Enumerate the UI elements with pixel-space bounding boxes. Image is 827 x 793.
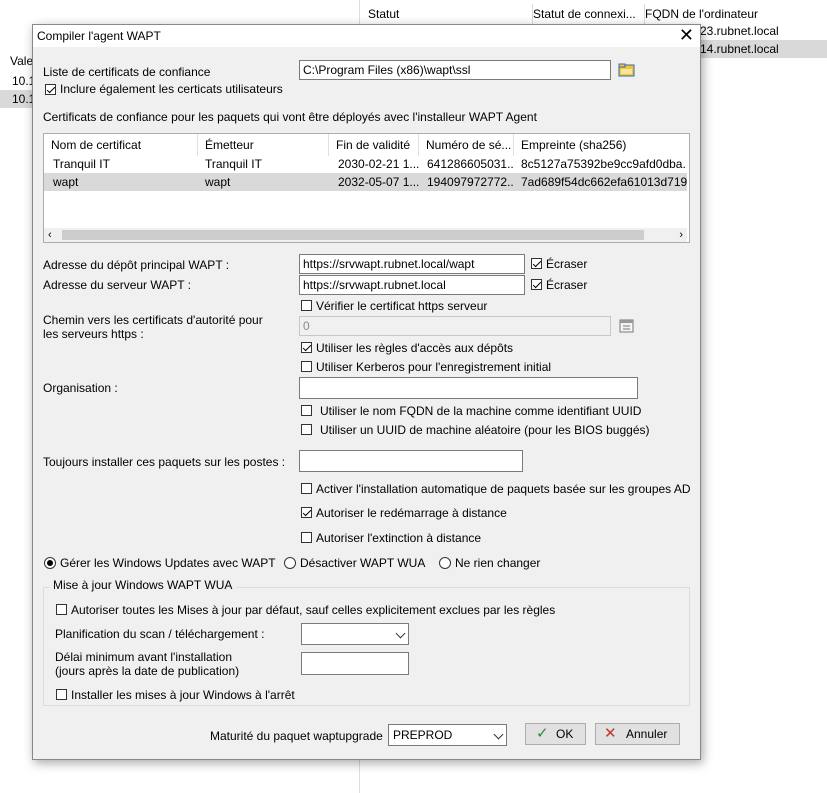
min-delay-label-line1: Délai minimum avant l'installation (55, 650, 233, 664)
ca-path-label-line2: les serveurs https : (43, 327, 144, 341)
min-delay-input[interactable] (301, 652, 409, 675)
chevron-down-icon (395, 628, 406, 639)
fingerprint-cell: 7ad689f54dc662efa61013d719... (521, 175, 687, 189)
certificates-table: Nom de certificat Émetteur Fin de validi… (43, 133, 690, 243)
ad-groups-checkbox[interactable] (301, 483, 312, 494)
min-delay-label-line2: (jours après la date de publication) (55, 664, 240, 678)
cert-name-cell: wapt (53, 175, 79, 189)
serial-cell: 641286605031... (427, 157, 514, 171)
allow-all-updates-checkbox[interactable] (56, 604, 67, 615)
fingerprint-cell: 8c5127a75392be9cc9afd0dba... (521, 157, 687, 171)
use-repo-rules-checkbox[interactable] (301, 342, 312, 353)
repo-address-label: Adresse du dépôt principal WAPT : (43, 258, 230, 272)
column-header-serial[interactable]: Numéro de sé... (419, 134, 514, 156)
random-uuid-label: Utiliser un UUID de machine aléatoire (p… (320, 423, 650, 437)
install-on-shutdown-label: Installer les mises à jour Windows à l'a… (71, 688, 295, 702)
organisation-input[interactable] (299, 377, 638, 399)
ca-path-input[interactable]: 0 (299, 316, 611, 336)
fqdn-uuid-checkbox[interactable] (301, 405, 312, 416)
server-address-label: Adresse du serveur WAPT : (43, 278, 192, 292)
scan-schedule-select[interactable] (301, 623, 409, 645)
ca-path-label-line1: Chemin vers les certificats d'autorité p… (43, 313, 263, 327)
use-kerberos-checkbox[interactable] (301, 361, 312, 372)
wu-no-change-label: Ne rien changer (455, 556, 541, 570)
remote-reboot-checkbox[interactable] (301, 507, 312, 518)
serial-cell: 194097972772... (427, 175, 514, 189)
allow-all-updates-label: Autoriser toutes les Mises à jour par dé… (71, 603, 556, 617)
install-on-shutdown-checkbox[interactable] (56, 689, 67, 700)
scroll-left-icon[interactable]: ‹ (48, 229, 52, 241)
validity-cell: 2032-05-07 1... (338, 175, 419, 189)
validity-cell: 2030-02-21 1... (338, 157, 419, 171)
scrollbar-thumb[interactable] (62, 230, 644, 240)
column-header-issuer[interactable]: Émetteur (198, 134, 329, 156)
remote-shutdown-label: Autoriser l'extinction à distance (316, 531, 482, 545)
horizontal-scrollbar[interactable]: ‹ › (44, 228, 687, 242)
server-overwrite-label: Écraser (546, 278, 588, 292)
maturity-value: PREPROD (393, 728, 453, 742)
wu-no-change-radio[interactable] (439, 557, 451, 569)
column-header-cert-name[interactable]: Nom de certificat (44, 134, 198, 156)
cert-name-cell: Tranquil IT (53, 157, 110, 171)
background-row-selected[interactable]: 14.rubnet.local (700, 40, 827, 58)
background-left-row[interactable]: 10.1 (0, 72, 35, 90)
wu-manage-label: Gérer les Windows Updates avec WAPT (60, 556, 276, 570)
cert-list-label: Liste de certificats de confiance (43, 65, 211, 79)
maturity-select[interactable]: PREPROD (388, 724, 507, 746)
column-header-fqdn[interactable]: FQDN de l'ordinateur (639, 4, 827, 24)
repo-address-input[interactable]: https://srvwapt.rubnet.local/wapt (299, 254, 525, 274)
ad-groups-label: Activer l'installation automatique de pa… (316, 482, 691, 496)
browse-file-icon[interactable] (618, 318, 636, 336)
include-user-certs-checkbox[interactable] (45, 84, 56, 95)
remote-reboot-label: Autoriser le redémarrage à distance (316, 506, 507, 520)
dialog-title: Compiler l'agent WAPT (37, 29, 161, 43)
title-bar: Compiler l'agent WAPT ✕ (33, 25, 700, 47)
organisation-label: Organisation : (43, 381, 118, 395)
ok-button[interactable]: ✓ OK (525, 723, 586, 745)
table-row-selected[interactable]: wapt wapt 2032-05-07 1... 194097972772..… (44, 173, 687, 191)
server-overwrite-checkbox[interactable] (531, 279, 542, 290)
include-user-certs-label: Inclure également les certicats utilisat… (60, 82, 283, 96)
fqdn-uuid-label: Utiliser le nom FQDN de la machine comme… (320, 404, 642, 418)
issuer-cell: wapt (205, 175, 231, 189)
column-header-status[interactable]: Statut (362, 4, 533, 24)
maturity-label: Maturité du paquet waptupgrade (210, 729, 383, 743)
compile-agent-dialog: Compiler l'agent WAPT ✕ Liste de certifi… (32, 24, 701, 760)
always-install-input[interactable] (299, 450, 523, 472)
repo-overwrite-checkbox[interactable] (531, 258, 542, 269)
cancel-button[interactable]: ✕ Annuler (595, 723, 680, 745)
use-kerberos-label: Utiliser Kerberos pour l'enregistrement … (316, 360, 552, 374)
wu-disable-label: Désactiver WAPT WUA (300, 556, 426, 570)
always-install-label: Toujours installer ces paquets sur les p… (43, 455, 286, 469)
cancel-button-label: Annuler (626, 727, 668, 741)
wu-disable-radio[interactable] (284, 557, 296, 569)
chevron-down-icon (493, 729, 504, 740)
issuer-cell: Tranquil IT (205, 157, 262, 171)
column-header-connection-status[interactable]: Statut de connexi... (527, 4, 645, 24)
repo-overwrite-label: Écraser (546, 257, 588, 271)
cross-icon: ✕ (604, 725, 617, 742)
wu-manage-radio[interactable] (44, 557, 56, 569)
column-header-validity[interactable]: Fin de validité (329, 134, 419, 156)
ok-button-label: OK (556, 727, 574, 741)
background-row[interactable]: 23.rubnet.local (700, 22, 827, 40)
server-address-input[interactable]: https://srvwapt.rubnet.local (299, 275, 525, 295)
background-left-header: Vale (0, 52, 33, 70)
trusted-certs-caption: Certificats de confiance pour les paquet… (43, 110, 537, 124)
folder-icon[interactable] (618, 61, 636, 79)
random-uuid-checkbox[interactable] (301, 424, 312, 435)
remote-shutdown-checkbox[interactable] (301, 532, 312, 543)
scroll-right-icon[interactable]: › (679, 229, 683, 241)
scan-schedule-label: Planification du scan / téléchargement : (55, 627, 265, 641)
verify-https-checkbox[interactable] (301, 300, 312, 311)
cert-list-path-input[interactable]: C:\Program Files (x86)\wapt\ssl (299, 60, 611, 80)
wua-group-title: Mise à jour Windows WAPT WUA (49, 578, 237, 592)
verify-https-label: Vérifier le certificat https serveur (316, 299, 488, 313)
table-row[interactable]: Tranquil IT Tranquil IT 2030-02-21 1... … (44, 155, 687, 173)
background-left-row-selected[interactable]: 10.1 (0, 90, 35, 108)
close-icon[interactable]: ✕ (679, 26, 694, 44)
use-repo-rules-label: Utiliser les règles d'accès aux dépôts (316, 341, 514, 355)
checkmark-icon: ✓ (536, 725, 549, 742)
column-header-fingerprint[interactable]: Empreinte (sha256) (514, 134, 687, 156)
